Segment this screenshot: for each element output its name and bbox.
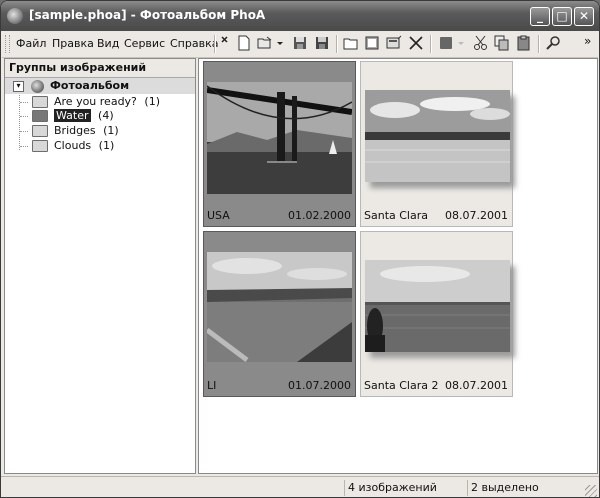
menu-edit[interactable]: Правка [52, 37, 94, 50]
menu-view[interactable]: Вид [97, 37, 119, 50]
tree-item-count: (4) [98, 109, 114, 122]
title-bar[interactable]: [sample.phoa] - Фотоальбом PhoA _ □ ✕ [1, 1, 599, 31]
thumbnails-panel[interactable]: USA 01.02.2000 Santa Clara 08.07.2001 LI… [198, 58, 598, 474]
delete-icon[interactable] [408, 35, 424, 51]
maximize-button[interactable]: □ [552, 7, 572, 26]
thumbnail-santa-clara-2[interactable]: Santa Clara 2 08.07.2001 [360, 231, 515, 397]
properties-icon[interactable] [386, 35, 402, 51]
tree-item-clouds[interactable]: Clouds (1) [20, 138, 114, 154]
folder-open-icon [31, 110, 48, 122]
menu-tools[interactable]: Сервис [124, 37, 165, 50]
tree-root[interactable]: ▾ Фотоальбом [13, 78, 129, 94]
thumbnail-name: USA [207, 209, 230, 222]
new-picture-icon[interactable] [364, 35, 380, 51]
groups-panel-header: Группы изображений [5, 59, 195, 78]
toolbar-overflow-button[interactable]: » [584, 34, 591, 48]
tree-item-count: (1) [144, 95, 160, 108]
groups-panel: Группы изображений ▾ Фотоальбом Are you … [4, 58, 196, 474]
status-selected-count: 2 выделено [467, 480, 581, 496]
search-icon[interactable] [545, 35, 561, 51]
new-file-icon[interactable] [236, 35, 252, 51]
thumbnail-name: Santa Clara 2 [364, 379, 439, 392]
minimize-button[interactable]: _ [530, 7, 550, 26]
photo-shore [207, 252, 352, 362]
tree-item-label: Bridges [54, 124, 96, 137]
album-icon [30, 79, 44, 93]
status-image-count: 4 изображений [344, 480, 466, 496]
dropdown-arrow-icon[interactable] [275, 35, 285, 51]
thumbnail-date: 08.07.2001 [445, 209, 508, 222]
tree-item-label: Clouds [54, 139, 92, 152]
open-folder-icon[interactable] [257, 35, 273, 51]
app-window: [sample.phoa] - Фотоальбом PhoA _ □ ✕ Фа… [0, 0, 600, 498]
tree-item-count: (1) [103, 124, 119, 137]
window-title: [sample.phoa] - Фотоальбом PhoA [29, 8, 266, 22]
tree-item-label: Water [54, 109, 91, 122]
menu-file[interactable]: Файл [16, 37, 46, 50]
collapse-toggle-icon[interactable]: ▾ [13, 80, 24, 92]
thumbnail-date: 08.07.2001 [445, 379, 508, 392]
new-group-icon[interactable] [343, 35, 359, 51]
toolbar: Файл Правка Вид Сервис Справка » [2, 31, 598, 58]
folder-icon [31, 96, 48, 108]
menu-help[interactable]: Справка [170, 37, 218, 50]
tree-root-label: Фотоальбом [50, 79, 130, 92]
thumbnail-li[interactable]: LI 01.07.2000 [203, 231, 356, 397]
save-as-icon[interactable] [314, 35, 330, 51]
status-bar: 4 изображений 2 выделено [1, 476, 599, 497]
grip-handle[interactable] [5, 35, 10, 53]
photo-bridge [207, 82, 352, 194]
thumbnail-santa-clara[interactable]: Santa Clara 08.07.2001 [360, 61, 515, 227]
copy-icon[interactable] [494, 35, 510, 51]
stop-icon[interactable] [438, 35, 454, 51]
thumbnail-usa[interactable]: USA 01.02.2000 [203, 61, 356, 227]
tree-item-bridges[interactable]: Bridges (1) [20, 123, 119, 139]
app-icon[interactable] [7, 8, 23, 24]
save-icon[interactable] [292, 35, 308, 51]
tree-item-label: Are you ready? [54, 95, 137, 108]
folder-icon [31, 125, 48, 137]
resize-grip[interactable] [585, 485, 597, 497]
thumbnail-name: LI [207, 379, 217, 392]
thumbnail-date: 01.07.2000 [288, 379, 351, 392]
tree-item-water[interactable]: Water (4) [20, 108, 114, 124]
photo-lake [365, 90, 510, 182]
thumbnail-date: 01.02.2000 [288, 209, 351, 222]
paste-icon[interactable] [516, 35, 532, 51]
dropdown-arrow-icon[interactable] [457, 35, 465, 51]
close-doc-icon[interactable] [221, 35, 229, 51]
photo-harbor [365, 260, 510, 352]
close-button[interactable]: ✕ [574, 7, 594, 26]
thumbnail-name: Santa Clara [364, 209, 428, 222]
cut-icon[interactable] [473, 35, 489, 51]
tree-item-count: (1) [98, 139, 115, 152]
folder-icon [31, 140, 48, 152]
